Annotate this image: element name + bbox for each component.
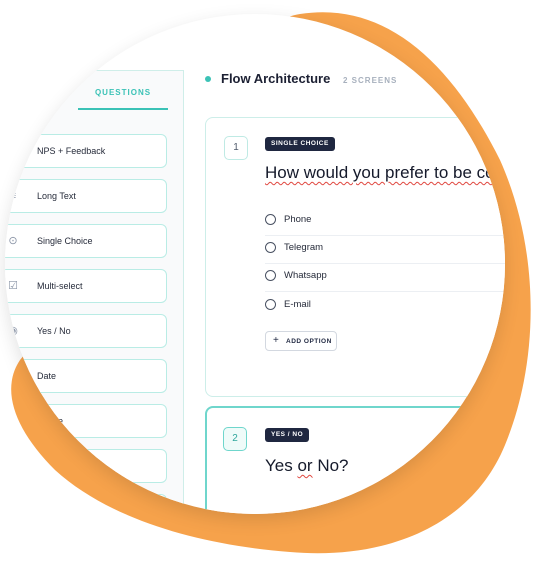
option-label: Phone <box>284 214 312 225</box>
calendar-icon <box>7 370 19 382</box>
radio-icon[interactable] <box>265 299 276 310</box>
question-card-2[interactable]: 2 YES / NO Yes or No? <box>205 406 505 514</box>
page-title: Flow Architecture <box>221 71 331 86</box>
radio-icon: ⊙ <box>8 235 18 247</box>
question-type-item[interactable] <box>5 494 167 514</box>
long-text-icon: ≡ <box>9 190 17 202</box>
question-type-yes-no[interactable]: ◉ Yes / No <box>5 314 167 348</box>
question-number: 2 <box>223 427 247 451</box>
option-label: E-mail <box>284 299 311 310</box>
option-row[interactable]: Whatsapp <box>265 263 505 292</box>
question-type-nps[interactable]: NPS + Feedback <box>5 134 167 168</box>
radio-icon[interactable] <box>265 214 276 225</box>
nps-icon <box>7 145 19 157</box>
question-type-long-text[interactable]: ≡ Long Text <box>5 179 167 213</box>
question-type-label: Long Text <box>37 191 76 201</box>
option-row[interactable]: Telegram <box>265 235 505 264</box>
question-type-badge: SINGLE CHOICE <box>265 137 335 151</box>
question-number: 1 <box>224 136 248 160</box>
toggle-icon: ◉ <box>8 325 18 337</box>
question-type-phone[interactable]: Phone <box>5 404 167 438</box>
question-type-multi-select[interactable]: ☑ Multi-select <box>5 269 167 303</box>
question-type-label: Multi-select <box>37 281 83 291</box>
option-label: Whatsapp <box>284 270 327 281</box>
phone-icon <box>7 415 19 427</box>
title-word: No? <box>317 456 349 475</box>
screen-count: 2 SCREENS <box>343 76 398 85</box>
question-type-label: Yes / No <box>37 326 71 336</box>
checkbox-icon: ☑ <box>8 280 18 292</box>
option-row[interactable]: Phone <box>265 207 505 236</box>
radio-icon[interactable] <box>265 270 276 281</box>
add-option-label: ADD OPTION <box>286 338 332 345</box>
survey-builder-app: QUESTIONS NPS + Feedback ≡ Long Text ⊙ S… <box>5 14 505 514</box>
question-type-date[interactable]: Date <box>5 359 167 393</box>
question-type-single-choice[interactable]: ⊙ Single Choice <box>5 224 167 258</box>
question-title[interactable]: Yes or No? <box>265 456 349 476</box>
question-type-label: Date <box>37 371 57 381</box>
question-type-label: NPS + Feedback <box>37 146 106 156</box>
tab-questions[interactable]: QUESTIONS <box>78 88 168 97</box>
sidebar: QUESTIONS NPS + Feedback ≡ Long Text ⊙ S… <box>5 70 184 514</box>
question-type-label: Single Choice <box>37 236 93 246</box>
question-type-label: Phone <box>37 416 64 426</box>
add-option-button[interactable]: + ADD OPTION <box>265 331 337 351</box>
zoom-circle: QUESTIONS NPS + Feedback ≡ Long Text ⊙ S… <box>5 14 505 514</box>
status-dot <box>205 76 211 82</box>
question-type-badge: YES / NO <box>265 428 310 442</box>
option-row[interactable]: E-mail <box>265 292 505 320</box>
title-word: or <box>297 456 313 475</box>
question-title[interactable]: How would you prefer to be contacted? <box>265 163 505 183</box>
question-card-1[interactable]: 1 SINGLE CHOICE How would you prefer to … <box>205 117 505 397</box>
option-label: Telegram <box>284 242 324 253</box>
sidebar-header: QUESTIONS <box>5 70 183 111</box>
plus-icon: + <box>273 335 279 346</box>
stage: QUESTIONS NPS + Feedback ≡ Long Text ⊙ S… <box>0 0 533 567</box>
title-word: Yes <box>265 456 293 475</box>
question-type-item[interactable] <box>5 449 167 483</box>
active-tab-indicator <box>78 108 168 110</box>
radio-icon[interactable] <box>265 242 276 253</box>
